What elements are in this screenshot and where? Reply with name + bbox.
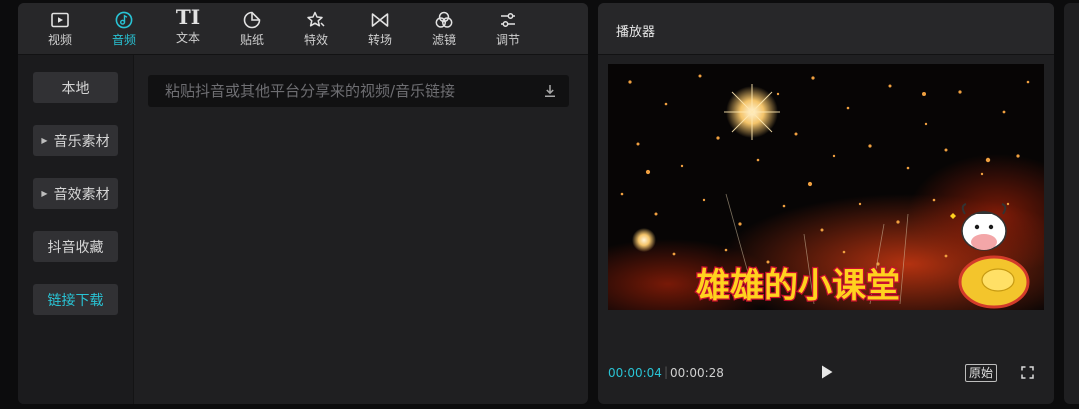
effects-icon xyxy=(307,11,325,27)
download-icon[interactable] xyxy=(543,84,557,98)
player-title: 播放器 xyxy=(616,25,656,40)
tool-effects[interactable]: 特效 xyxy=(290,7,342,53)
sidebar-item-link-download[interactable]: 链接下载 xyxy=(33,284,118,315)
sidebar-item-music[interactable]: ▶ 音乐素材 xyxy=(33,125,118,156)
video-preview[interactable]: 雄雄的小课堂 xyxy=(608,64,1044,310)
media-panel: 视频 音频 TI 文本 贴纸 特效 转场 滤镜 调节 本地 ▶ 音乐素材 ▶ 音… xyxy=(18,3,588,404)
tool-sticker-label: 贴纸 xyxy=(239,33,264,47)
fullscreen-icon[interactable] xyxy=(1021,366,1034,379)
timecode-divider: | xyxy=(664,365,669,379)
audio-icon xyxy=(115,11,133,29)
player-panel: 播放器 雄雄的小课堂 00:00:04 | 00:00:28 原始 xyxy=(598,3,1054,404)
sticker-icon xyxy=(243,11,261,29)
tool-transition[interactable]: 转场 xyxy=(354,7,406,53)
tool-audio-label: 音频 xyxy=(111,33,136,47)
sidebar-item-label: 链接下载 xyxy=(47,292,104,309)
tool-filter[interactable]: 滤镜 xyxy=(418,7,470,53)
current-timecode: 00:00:04 xyxy=(608,366,662,380)
aspect-ratio-button[interactable]: 原始 xyxy=(965,364,998,382)
tool-video[interactable]: 视频 xyxy=(34,7,86,53)
sidebar-item-label: 音乐素材 xyxy=(53,133,110,150)
tool-filter-label: 滤镜 xyxy=(431,33,456,47)
sidebar-item-douyin-favorites[interactable]: 抖音收藏 xyxy=(33,231,118,262)
video-caption: 雄雄的小课堂 xyxy=(696,266,900,306)
tool-text[interactable]: TI 文本 xyxy=(162,7,214,53)
sidebar-item-local[interactable]: 本地 xyxy=(33,72,118,103)
tool-adjust[interactable]: 调节 xyxy=(482,7,534,53)
media-toolbar: 视频 音频 TI 文本 贴纸 特效 转场 滤镜 调节 xyxy=(18,3,588,55)
sidebar-item-label: 音效素材 xyxy=(53,186,110,203)
player-header: 播放器 xyxy=(598,3,1054,55)
play-icon[interactable] xyxy=(820,364,834,380)
sidebar-item-label: 本地 xyxy=(61,80,90,97)
tool-transition-label: 转场 xyxy=(367,33,392,47)
sidebar-item-label: 抖音收藏 xyxy=(47,239,104,256)
tool-video-label: 视频 xyxy=(47,33,72,47)
caret-right-icon: ▶ xyxy=(41,189,48,198)
link-input[interactable] xyxy=(148,75,528,107)
tool-sticker[interactable]: 贴纸 xyxy=(226,7,278,53)
tool-audio[interactable]: 音频 xyxy=(98,7,150,53)
tool-text-label: 文本 xyxy=(175,31,200,45)
tool-effects-label: 特效 xyxy=(303,33,328,47)
tool-adjust-label: 调节 xyxy=(495,33,520,47)
adjust-icon xyxy=(501,13,515,27)
properties-panel-edge xyxy=(1064,3,1079,404)
fireworks-video-frame: 雄雄的小课堂 xyxy=(608,64,1044,310)
player-controls: 00:00:04 | 00:00:28 原始 xyxy=(598,360,1054,388)
firework-burst-small xyxy=(632,228,656,252)
caret-right-icon: ▶ xyxy=(41,136,48,145)
link-input-bar xyxy=(148,75,569,107)
sidebar-item-sound-effects[interactable]: ▶ 音效素材 xyxy=(33,178,118,209)
transition-icon xyxy=(371,13,389,27)
text-icon: TI xyxy=(175,5,201,29)
audio-sidebar: 本地 ▶ 音乐素材 ▶ 音效素材 抖音收藏 链接下载 xyxy=(18,55,134,404)
video-icon xyxy=(51,12,69,28)
firework-burst-main xyxy=(724,84,780,140)
filter-icon xyxy=(435,11,453,28)
total-timecode: 00:00:28 xyxy=(670,366,724,380)
